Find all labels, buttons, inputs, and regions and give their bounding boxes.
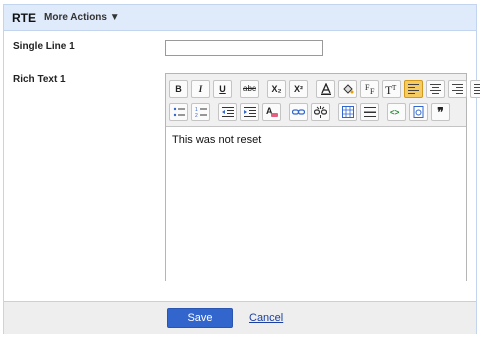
paste-text-button[interactable] (409, 103, 428, 121)
numbered-list-icon: 12 (195, 107, 207, 118)
italic-button[interactable]: I (191, 80, 210, 98)
indent-button[interactable] (240, 103, 259, 121)
blockquote-button[interactable]: ❞ (431, 103, 450, 121)
document-refresh-icon (413, 106, 423, 118)
align-right-button[interactable] (448, 80, 467, 98)
subscript-icon: X₂ (271, 83, 282, 94)
highlight-color-button[interactable] (338, 80, 357, 98)
remove-format-button[interactable]: A (262, 103, 281, 121)
rich-text-value: This was not reset (172, 134, 262, 146)
bullet-list-icon (173, 107, 185, 117)
svg-text:T: T (392, 84, 397, 92)
underline-icon: U (219, 83, 226, 94)
unlink-button[interactable] (311, 103, 330, 121)
superscript-button[interactable]: X² (289, 80, 308, 98)
cancel-link[interactable]: Cancel (249, 312, 283, 324)
align-left-icon (408, 84, 419, 94)
toolbar-row-1: B I U abc X₂ X² FF TT (169, 79, 480, 99)
bold-button[interactable]: B (169, 80, 188, 98)
outdent-button[interactable] (218, 103, 237, 121)
source-code-button[interactable]: <> (387, 103, 406, 121)
svg-text:<>: <> (390, 108, 400, 117)
form-title: RTE (12, 11, 36, 25)
indent-icon (243, 107, 256, 117)
strikethrough-icon: abc (243, 84, 256, 93)
subscript-button[interactable]: X₂ (267, 80, 286, 98)
insert-link-button[interactable] (289, 103, 308, 121)
bold-icon: B (175, 83, 182, 94)
single-line-input[interactable] (165, 40, 323, 56)
horizontal-rule-button[interactable] (360, 103, 379, 121)
header-bar: RTE More Actions ▼ (4, 5, 476, 31)
eraser-icon: A (266, 106, 278, 117)
rte-form: RTE More Actions ▼ Single Line 1 Rich Te… (3, 4, 480, 334)
align-right-icon (452, 84, 463, 94)
horizontal-rule-icon (363, 107, 376, 117)
link-icon (292, 109, 305, 115)
numbered-list-button[interactable]: 12 (191, 103, 210, 121)
save-button[interactable]: Save (167, 308, 233, 328)
source-code-icon: <> (390, 108, 400, 117)
font-family-icon: FF (365, 83, 375, 95)
font-family-button[interactable]: FF (360, 80, 379, 98)
font-color-icon (320, 83, 331, 95)
more-actions-menu[interactable]: More Actions ▼ (44, 12, 120, 23)
bullet-list-button[interactable] (169, 103, 188, 121)
font-size-button[interactable]: TT (382, 80, 401, 98)
rich-text-label: Rich Text 1 (13, 74, 66, 85)
align-center-icon (430, 84, 441, 94)
strikethrough-button[interactable]: abc (240, 80, 259, 98)
insert-table-button[interactable] (338, 103, 357, 121)
italic-icon: I (198, 83, 203, 94)
font-color-button[interactable] (316, 80, 335, 98)
underline-button[interactable]: U (213, 80, 232, 98)
form-footer: Save Cancel (4, 301, 476, 334)
quote-icon: ❞ (437, 105, 444, 119)
align-left-button[interactable] (404, 80, 423, 98)
outdent-icon (221, 107, 234, 117)
paint-bucket-icon (342, 84, 353, 94)
justify-icon (474, 84, 480, 94)
superscript-icon: X² (294, 83, 303, 94)
rich-text-content[interactable]: This was not reset (166, 126, 466, 281)
svg-text:2: 2 (195, 113, 198, 118)
toolbar-row-2: 12 A <> ❞ (169, 102, 450, 122)
single-line-label: Single Line 1 (13, 41, 75, 52)
justify-button[interactable] (470, 80, 480, 98)
svg-text:F: F (370, 87, 375, 95)
align-center-button[interactable] (426, 80, 445, 98)
table-icon (341, 106, 354, 118)
unlink-icon (314, 106, 327, 118)
font-size-icon: TT (385, 83, 397, 95)
rich-text-editor: B I U abc X₂ X² FF TT 1 2 A <> ❞ This wa… (165, 73, 480, 281)
